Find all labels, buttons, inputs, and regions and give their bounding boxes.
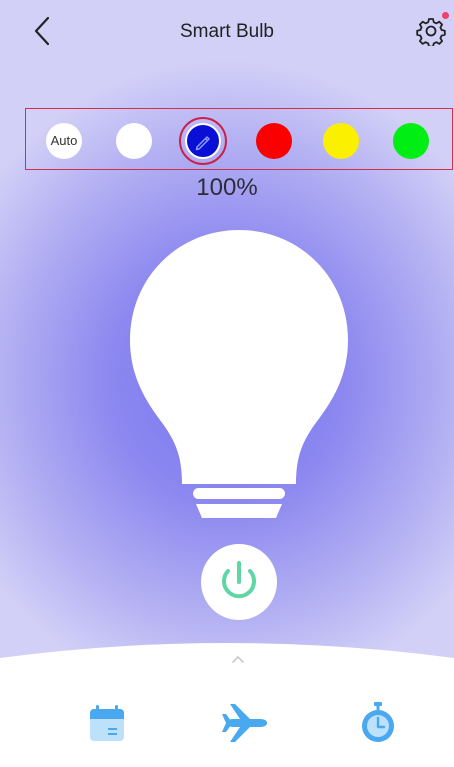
smart-bulb-screen: Smart Bulb Auto 100%	[0, 0, 454, 767]
calendar-icon[interactable]	[87, 703, 127, 743]
chevron-up-icon[interactable]	[228, 653, 248, 665]
airplane-icon[interactable]	[220, 701, 268, 745]
power-icon	[222, 561, 256, 599]
timer-icon[interactable]	[358, 700, 398, 744]
power-button[interactable]	[201, 544, 277, 620]
